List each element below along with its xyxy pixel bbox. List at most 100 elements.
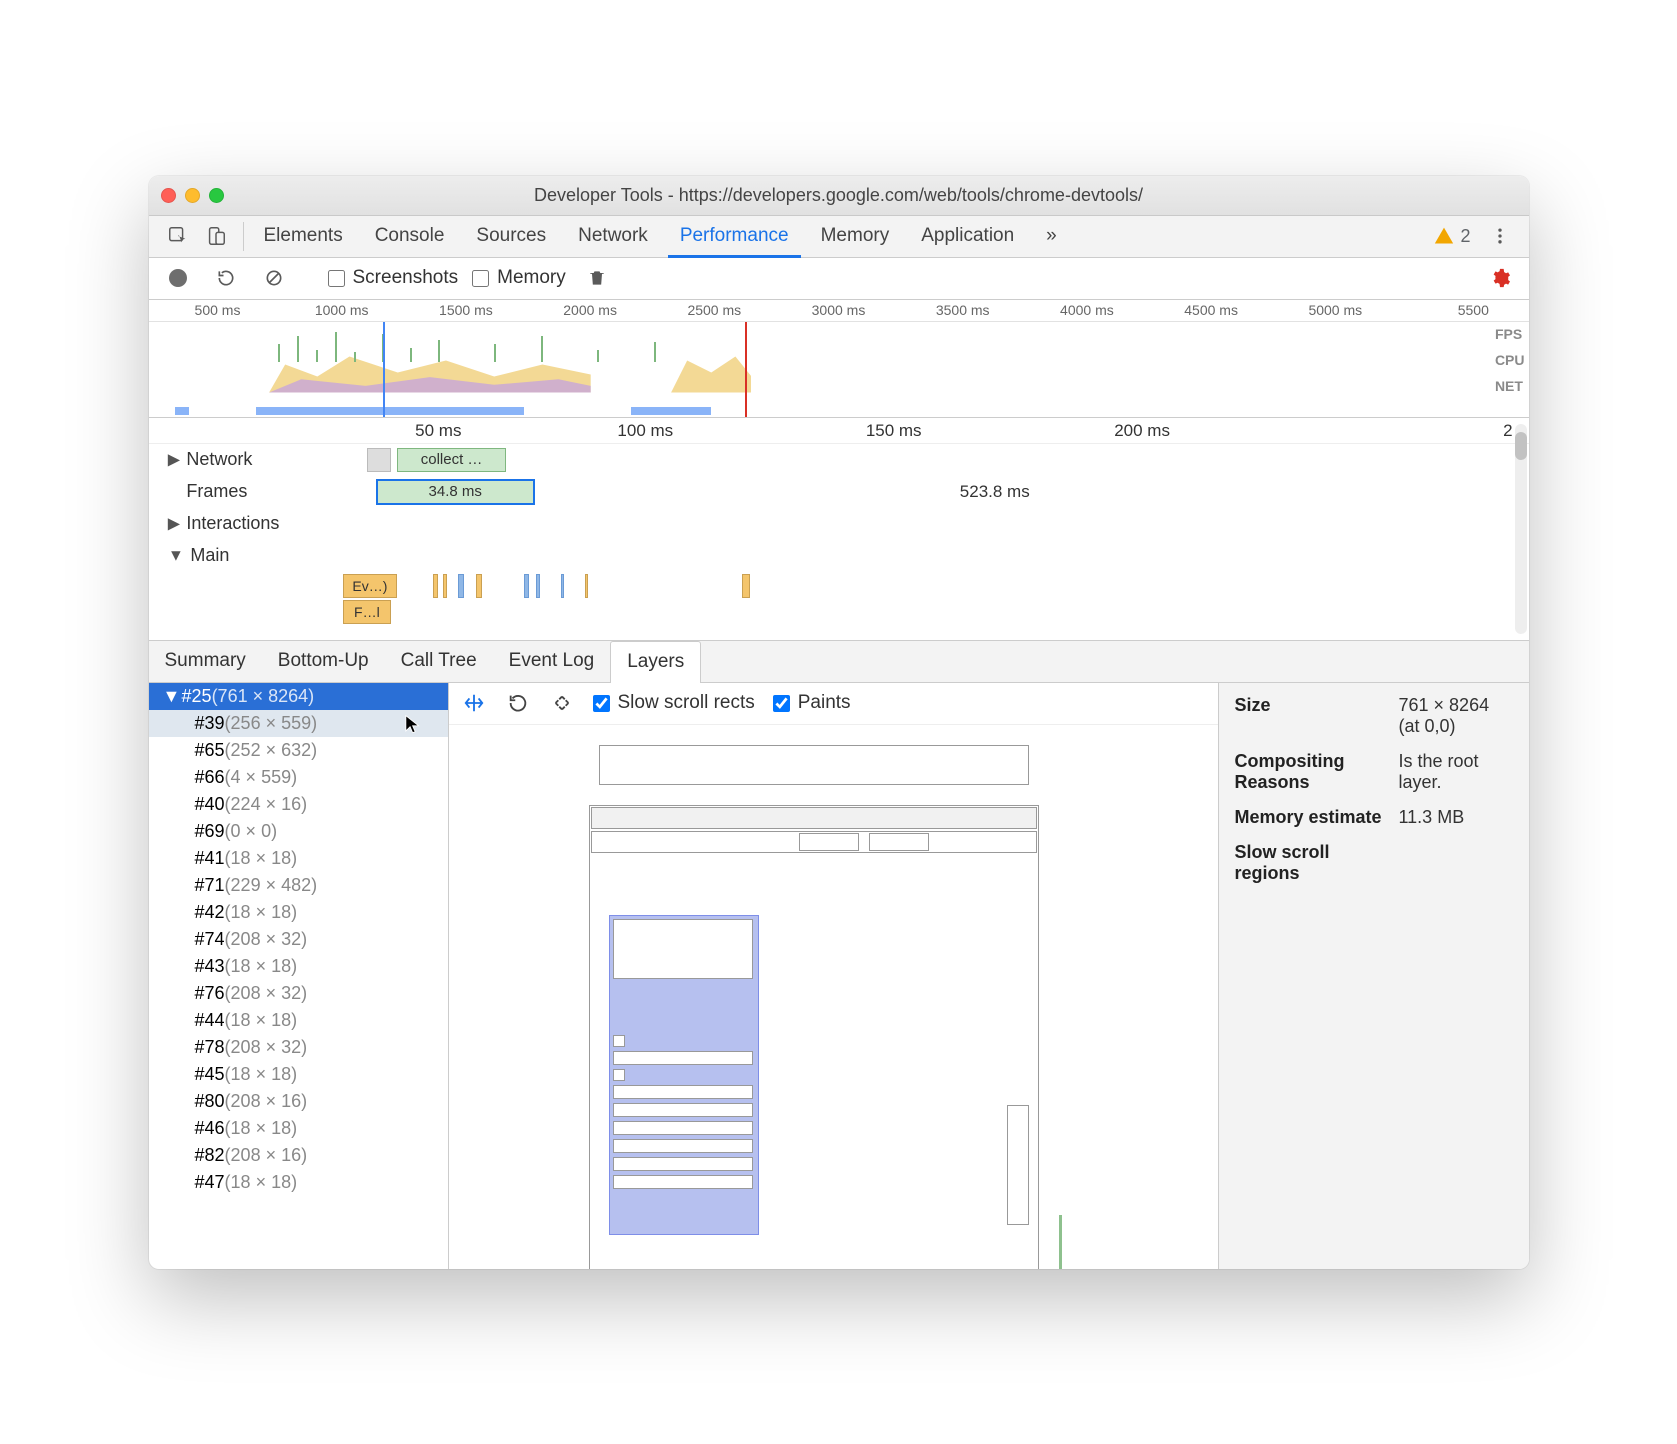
layer-tree-item[interactable]: #65(252 × 632): [149, 737, 448, 764]
net-label: NET: [1495, 378, 1525, 394]
layer-dims: (208 × 32): [225, 1037, 308, 1057]
layer-tree-item[interactable]: #45(18 × 18): [149, 1061, 448, 1088]
cursor-icon: [405, 714, 422, 736]
layer-tree-item[interactable]: #76(208 × 32): [149, 980, 448, 1007]
detail-tab-layers[interactable]: Layers: [610, 641, 701, 683]
reset-view-icon[interactable]: [549, 690, 575, 716]
track-frames[interactable]: ▶Frames 34.8 ms 523.8 ms: [149, 476, 1529, 508]
kebab-menu-icon[interactable]: [1483, 219, 1517, 253]
layer-dims: (18 × 18): [225, 902, 298, 922]
network-segment[interactable]: collect …: [397, 448, 506, 472]
layer-id: #69: [195, 821, 225, 841]
screenshots-checkbox-input[interactable]: [328, 270, 345, 287]
detail-tab-eventlog[interactable]: Event Log: [493, 641, 611, 682]
rotate-tool-icon[interactable]: [505, 690, 531, 716]
flame-tick: 150 ms: [866, 421, 922, 441]
flamechart-area[interactable]: 50 ms 100 ms 150 ms 200 ms 2 ▶Network co…: [149, 418, 1529, 641]
layer-tree-item[interactable]: #47(18 × 18): [149, 1169, 448, 1196]
network-segment[interactable]: [367, 448, 391, 472]
layer-dims: (18 × 18): [225, 1118, 298, 1138]
layer-tree-item[interactable]: #74(208 × 32): [149, 926, 448, 953]
track-interactions[interactable]: ▶Interactions: [149, 508, 1529, 540]
flame-block[interactable]: Ev…): [343, 574, 397, 598]
layer-tree-item[interactable]: ▼ #25(761 × 8264): [149, 683, 448, 710]
layer-dims: (4 × 559): [225, 767, 298, 787]
layer-id: #42: [195, 902, 225, 922]
tab-memory[interactable]: Memory: [805, 216, 906, 257]
detail-scroll-regions-value: [1399, 842, 1513, 884]
timeline-overview[interactable]: 500 ms 1000 ms 1500 ms 2000 ms 2500 ms 3…: [149, 300, 1529, 418]
capture-settings-icon[interactable]: [1483, 261, 1517, 295]
tabs-overflow[interactable]: »: [1030, 216, 1073, 257]
overview-tick: 1000 ms: [315, 302, 369, 318]
memory-checkbox[interactable]: Memory: [472, 267, 566, 289]
overview-tick: 2000 ms: [563, 302, 617, 318]
overview-tick: 3500 ms: [936, 302, 990, 318]
layers-panel: ▼ #25(761 × 8264)#39(256 × 559)#65(252 ×…: [149, 683, 1529, 1269]
layer-id: #25: [182, 686, 212, 706]
tab-performance[interactable]: Performance: [664, 216, 805, 257]
close-window-button[interactable]: [161, 188, 176, 203]
track-network[interactable]: ▶Network collect …: [149, 444, 1529, 476]
memory-checkbox-input[interactable]: [472, 270, 489, 287]
screenshots-checkbox[interactable]: Screenshots: [328, 267, 459, 289]
detail-tabs: Summary Bottom-Up Call Tree Event Log La…: [149, 641, 1529, 683]
slow-scroll-input[interactable]: [593, 695, 610, 712]
pan-tool-icon[interactable]: [461, 690, 487, 716]
layer-id: #45: [195, 1064, 225, 1084]
layer-tree-item[interactable]: #41(18 × 18): [149, 845, 448, 872]
layer-id: #78: [195, 1037, 225, 1057]
layer-dims: (18 × 18): [225, 956, 298, 976]
overview-ruler: 500 ms 1000 ms 1500 ms 2000 ms 2500 ms 3…: [149, 300, 1529, 322]
layer-tree-item[interactable]: #42(18 × 18): [149, 899, 448, 926]
track-label-interactions: Interactions: [186, 513, 279, 534]
zoom-window-button[interactable]: [209, 188, 224, 203]
flame-tick: 100 ms: [617, 421, 673, 441]
trash-icon[interactable]: [580, 261, 614, 295]
layer-tree-item[interactable]: #46(18 × 18): [149, 1115, 448, 1142]
tab-application[interactable]: Application: [905, 216, 1030, 257]
layer-dims: (256 × 559): [225, 713, 318, 733]
layer-tree-item[interactable]: #82(208 × 16): [149, 1142, 448, 1169]
track-main[interactable]: ▼Main: [149, 540, 1529, 572]
layer-dims: (18 × 18): [225, 1064, 298, 1084]
frame-segment-selected[interactable]: 34.8 ms: [377, 480, 534, 504]
layer-tree-item[interactable]: #66(4 × 559): [149, 764, 448, 791]
device-toolbar-icon[interactable]: [199, 219, 233, 253]
layers-canvas-pane: Slow scroll rects Paints: [449, 683, 1219, 1269]
layers-3d-view[interactable]: [449, 725, 1218, 1269]
layer-tree-item[interactable]: #44(18 × 18): [149, 1007, 448, 1034]
layer-tree-item[interactable]: #40(224 × 16): [149, 791, 448, 818]
detail-tab-summary[interactable]: Summary: [149, 641, 262, 682]
tab-console[interactable]: Console: [359, 216, 461, 257]
layer-tree-item[interactable]: #43(18 × 18): [149, 953, 448, 980]
paints-checkbox[interactable]: Paints: [773, 692, 851, 714]
tab-elements[interactable]: Elements: [248, 216, 359, 257]
main-flame-blocks[interactable]: Ev…) F…l: [319, 572, 1529, 632]
paints-input[interactable]: [773, 695, 790, 712]
overview-tick: 1500 ms: [439, 302, 493, 318]
layer-tree-item[interactable]: #71(229 × 482): [149, 872, 448, 899]
layer-id: #80: [195, 1091, 225, 1111]
fps-label: FPS: [1495, 326, 1525, 342]
inspect-element-icon[interactable]: [161, 219, 195, 253]
tab-sources[interactable]: Sources: [460, 216, 562, 257]
layer-id: #47: [195, 1172, 225, 1192]
memory-label: Memory: [497, 267, 566, 289]
slow-scroll-checkbox[interactable]: Slow scroll rects: [593, 692, 755, 714]
layer-tree-item[interactable]: #78(208 × 32): [149, 1034, 448, 1061]
layer-tree-item[interactable]: #80(208 × 16): [149, 1088, 448, 1115]
reload-record-button[interactable]: [209, 261, 243, 295]
flame-block[interactable]: F…l: [343, 600, 391, 624]
layers-tree[interactable]: ▼ #25(761 × 8264)#39(256 × 559)#65(252 ×…: [149, 683, 449, 1269]
layer-dims: (208 × 16): [225, 1145, 308, 1165]
layer-tree-item[interactable]: #39(256 × 559): [149, 710, 448, 737]
tab-network[interactable]: Network: [562, 216, 664, 257]
layer-tree-item[interactable]: #69(0 × 0): [149, 818, 448, 845]
minimize-window-button[interactable]: [185, 188, 200, 203]
detail-tab-calltree[interactable]: Call Tree: [385, 641, 493, 682]
clear-button[interactable]: [257, 261, 291, 295]
record-button[interactable]: [161, 261, 195, 295]
warnings-badge[interactable]: 2: [1426, 226, 1478, 247]
detail-tab-bottomup[interactable]: Bottom-Up: [262, 641, 385, 682]
